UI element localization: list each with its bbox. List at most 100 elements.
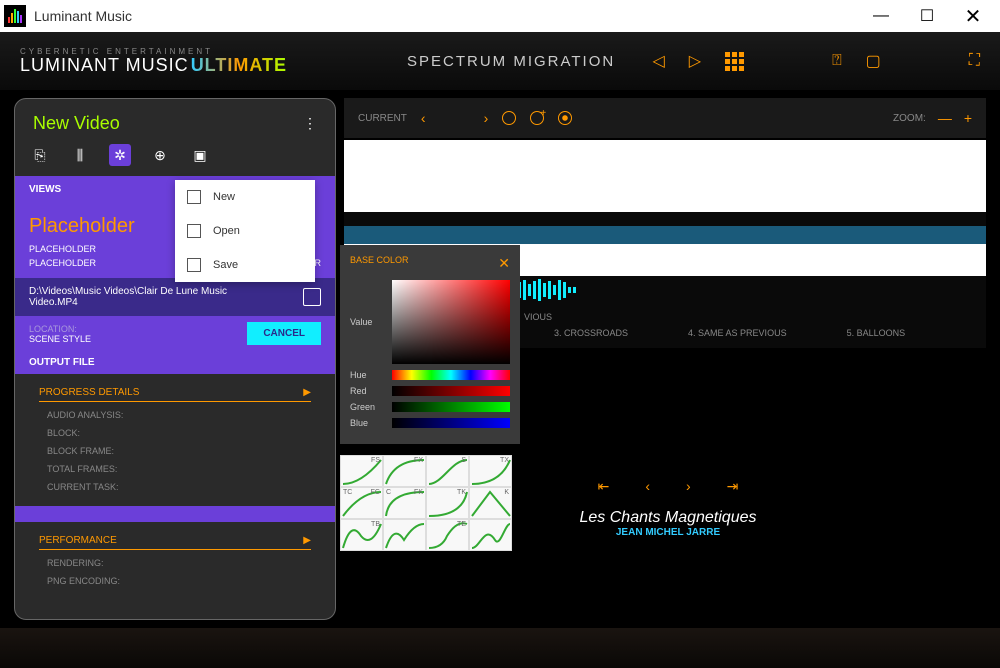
- marker-3-icon[interactable]: [558, 111, 572, 125]
- perf-render: RENDERING:: [39, 554, 311, 572]
- curve-fs[interactable]: FS: [340, 455, 383, 487]
- skip-end-icon[interactable]: ⇥: [727, 478, 739, 495]
- curve-te[interactable]: TE: [426, 519, 469, 551]
- curve-tx[interactable]: TX: [469, 455, 512, 487]
- brand: CYBERNETIC ENTERTAINMENT LUMINANT MUSIC …: [20, 48, 287, 74]
- timeline-band-2[interactable]: [344, 226, 986, 244]
- cancel-button[interactable]: CANCEL: [247, 322, 321, 345]
- hue-label: Hue: [350, 370, 384, 380]
- panel-title: New Video: [33, 113, 120, 134]
- minimize-button[interactable]: —: [858, 0, 904, 32]
- zoom-label: ZOOM:: [893, 113, 926, 124]
- help-icon[interactable]: ⍰: [832, 52, 842, 70]
- close-icon[interactable]: ✕: [498, 255, 510, 272]
- prog-task: CURRENT TASK:: [39, 478, 311, 496]
- marker-2-icon[interactable]: +: [530, 111, 544, 125]
- prev-track-icon[interactable]: ‹: [645, 478, 650, 495]
- previous-label: VIOUS: [524, 312, 552, 322]
- scene-label: SCENE STYLE: [29, 334, 91, 344]
- curve-fc[interactable]: FCTC: [340, 487, 383, 519]
- prog-block: BLOCK:: [39, 424, 311, 442]
- panel-menu-icon[interactable]: ⋮: [303, 115, 317, 132]
- fullscreen-icon[interactable]: ⛶: [969, 52, 980, 70]
- zoom-in-icon[interactable]: +: [964, 110, 972, 126]
- brand-name: LUMINANT MUSIC: [20, 56, 189, 74]
- window-title: Luminant Music: [34, 8, 132, 24]
- arrow-left-icon[interactable]: ‹: [421, 110, 426, 126]
- next-track-icon[interactable]: ›: [686, 478, 691, 495]
- menu-open[interactable]: Open: [175, 214, 315, 248]
- location-label: LOCATION:: [29, 324, 91, 334]
- prog-frame: BLOCK FRAME:: [39, 442, 311, 460]
- hue-slider[interactable]: [392, 370, 510, 380]
- chat-icon[interactable]: ▢: [866, 51, 881, 71]
- footer: [0, 628, 1000, 668]
- divider-bar: [15, 506, 335, 522]
- file-path: D:\Videos\Music Videos\Clair De Lune Mus…: [29, 286, 269, 308]
- curve-s[interactable]: S: [426, 455, 469, 487]
- folder-icon: [187, 224, 201, 238]
- prog-total: TOTAL FRAMES:: [39, 460, 311, 478]
- green-slider[interactable]: [392, 402, 510, 412]
- tab-4[interactable]: ⊕: [149, 144, 171, 166]
- ph-left2: PLACEHOLDER: [29, 258, 96, 268]
- output-file-label: OUTPUT FILE: [15, 351, 335, 374]
- close-button[interactable]: ✕: [950, 0, 996, 32]
- curve-fk[interactable]: FKC: [383, 487, 426, 519]
- new-file-icon: [187, 190, 201, 204]
- arrow-right-icon[interactable]: ›: [484, 110, 489, 126]
- scene-5[interactable]: 5. BALLOONS: [847, 328, 906, 338]
- scene-3[interactable]: 3. CROSSROADS: [554, 328, 628, 338]
- left-panel: New Video ⋮ ⎘ ⫼ ✲ ⊕ ▣ VIEWS Placeholder …: [14, 98, 336, 620]
- perf-header[interactable]: PERFORMANCE: [39, 535, 117, 546]
- value-label: Value: [350, 317, 384, 327]
- section-title: SPECTRUM MIGRATION: [407, 53, 615, 70]
- titlebar: Luminant Music — ☐ ✕: [0, 0, 1000, 32]
- curve-tk[interactable]: TK: [426, 487, 469, 519]
- blue-label: Blue: [350, 418, 384, 428]
- color-picker-title: BASE COLOR: [350, 255, 409, 272]
- red-slider[interactable]: [392, 386, 510, 396]
- curve-tb[interactable]: TB: [340, 519, 383, 551]
- tab-1[interactable]: ⎘: [29, 144, 51, 166]
- tab-3[interactable]: ✲: [109, 144, 131, 166]
- marker-1-icon[interactable]: [502, 111, 516, 125]
- prev-icon[interactable]: ◁: [652, 51, 664, 71]
- red-label: Red: [350, 386, 384, 396]
- ph-left1: PLACEHOLDER: [29, 244, 96, 254]
- menu-new[interactable]: New: [175, 180, 315, 214]
- curve-presets: FS FX S TX FCTC FKC TK K TB TE: [340, 455, 512, 551]
- sv-picker[interactable]: [392, 280, 510, 364]
- zoom-out-icon[interactable]: —: [938, 110, 952, 126]
- play-icon[interactable]: ▷: [689, 51, 701, 71]
- app-logo: [4, 5, 26, 27]
- panel-tabs: ⎘ ⫼ ✲ ⊕ ▣: [15, 140, 335, 176]
- menu-save[interactable]: Save: [175, 248, 315, 282]
- curve-fx[interactable]: FX: [383, 455, 426, 487]
- perf-png: PNG ENCODING:: [39, 572, 311, 590]
- current-label: CURRENT: [358, 113, 407, 124]
- timeline-toolbar: CURRENT ‹ › + ZOOM: — +: [344, 98, 986, 138]
- scene-4[interactable]: 4. SAME AS PREVIOUS: [688, 328, 787, 338]
- progress-header[interactable]: PROGRESS DETAILS: [39, 387, 139, 398]
- color-picker: BASE COLOR ✕ Value Hue Red Green Blue: [340, 245, 520, 444]
- skip-start-icon[interactable]: ⇤: [598, 478, 610, 495]
- disk-icon: [187, 258, 201, 272]
- curve-k[interactable]: K: [469, 487, 512, 519]
- curve-e2[interactable]: [469, 519, 512, 551]
- green-label: Green: [350, 402, 384, 412]
- maximize-button[interactable]: ☐: [904, 0, 950, 32]
- expand-icon[interactable]: ▶: [303, 387, 311, 398]
- expand-icon[interactable]: ▶: [303, 535, 311, 546]
- timeline-band-1[interactable]: [344, 140, 986, 212]
- tab-5[interactable]: ▣: [189, 144, 211, 166]
- save-icon[interactable]: [303, 288, 321, 306]
- brand-edition: ULTIMATE: [191, 56, 287, 74]
- tab-2[interactable]: ⫼: [69, 144, 91, 166]
- context-menu: New Open Save: [175, 180, 315, 282]
- curve-b2[interactable]: [383, 519, 426, 551]
- prog-audio: AUDIO ANALYSIS:: [39, 406, 311, 424]
- header-bar: CYBERNETIC ENTERTAINMENT LUMINANT MUSIC …: [0, 32, 1000, 90]
- grid-icon[interactable]: [725, 52, 744, 71]
- blue-slider[interactable]: [392, 418, 510, 428]
